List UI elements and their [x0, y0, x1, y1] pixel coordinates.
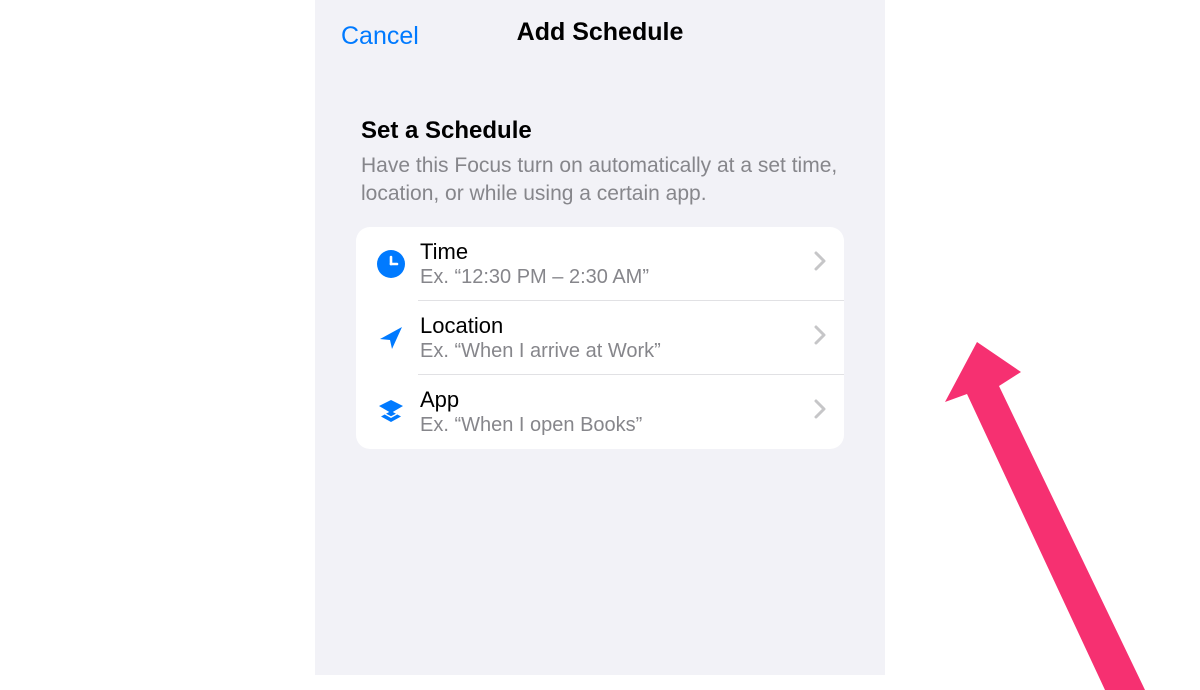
- modal-content: Set a Schedule Have this Focus turn on a…: [315, 85, 885, 449]
- option-time-subtitle: Ex. “12:30 PM – 2:30 AM”: [420, 266, 814, 289]
- modal-header: Cancel Add Schedule: [315, 0, 885, 85]
- option-app-subtitle: Ex. “When I open Books”: [420, 414, 814, 437]
- option-app-content: App Ex. “When I open Books”: [420, 387, 814, 437]
- chevron-right-icon: [814, 325, 826, 350]
- option-time-title: Time: [420, 239, 814, 265]
- schedule-options-list: Time Ex. “12:30 PM – 2:30 AM” Loca: [356, 227, 844, 449]
- location-arrow-icon: [376, 323, 406, 353]
- add-schedule-modal: Cancel Add Schedule Set a Schedule Have …: [315, 0, 885, 675]
- option-app[interactable]: App Ex. “When I open Books”: [356, 375, 844, 449]
- option-location-subtitle: Ex. “When I arrive at Work”: [420, 340, 814, 363]
- section-subtitle: Have this Focus turn on automatically at…: [361, 152, 839, 209]
- option-location-title: Location: [420, 313, 814, 339]
- section-title: Set a Schedule: [361, 117, 839, 145]
- option-time[interactable]: Time Ex. “12:30 PM – 2:30 AM”: [356, 227, 844, 301]
- option-location[interactable]: Location Ex. “When I arrive at Work”: [356, 301, 844, 375]
- chevron-right-icon: [814, 399, 826, 424]
- option-location-content: Location Ex. “When I arrive at Work”: [420, 313, 814, 363]
- option-app-title: App: [420, 387, 814, 413]
- cancel-button[interactable]: Cancel: [341, 22, 419, 51]
- option-time-content: Time Ex. “12:30 PM – 2:30 AM”: [420, 239, 814, 289]
- annotation-arrow-icon: [945, 340, 1185, 690]
- stack-icon: [376, 397, 406, 427]
- chevron-right-icon: [814, 251, 826, 276]
- clock-icon: [376, 249, 406, 279]
